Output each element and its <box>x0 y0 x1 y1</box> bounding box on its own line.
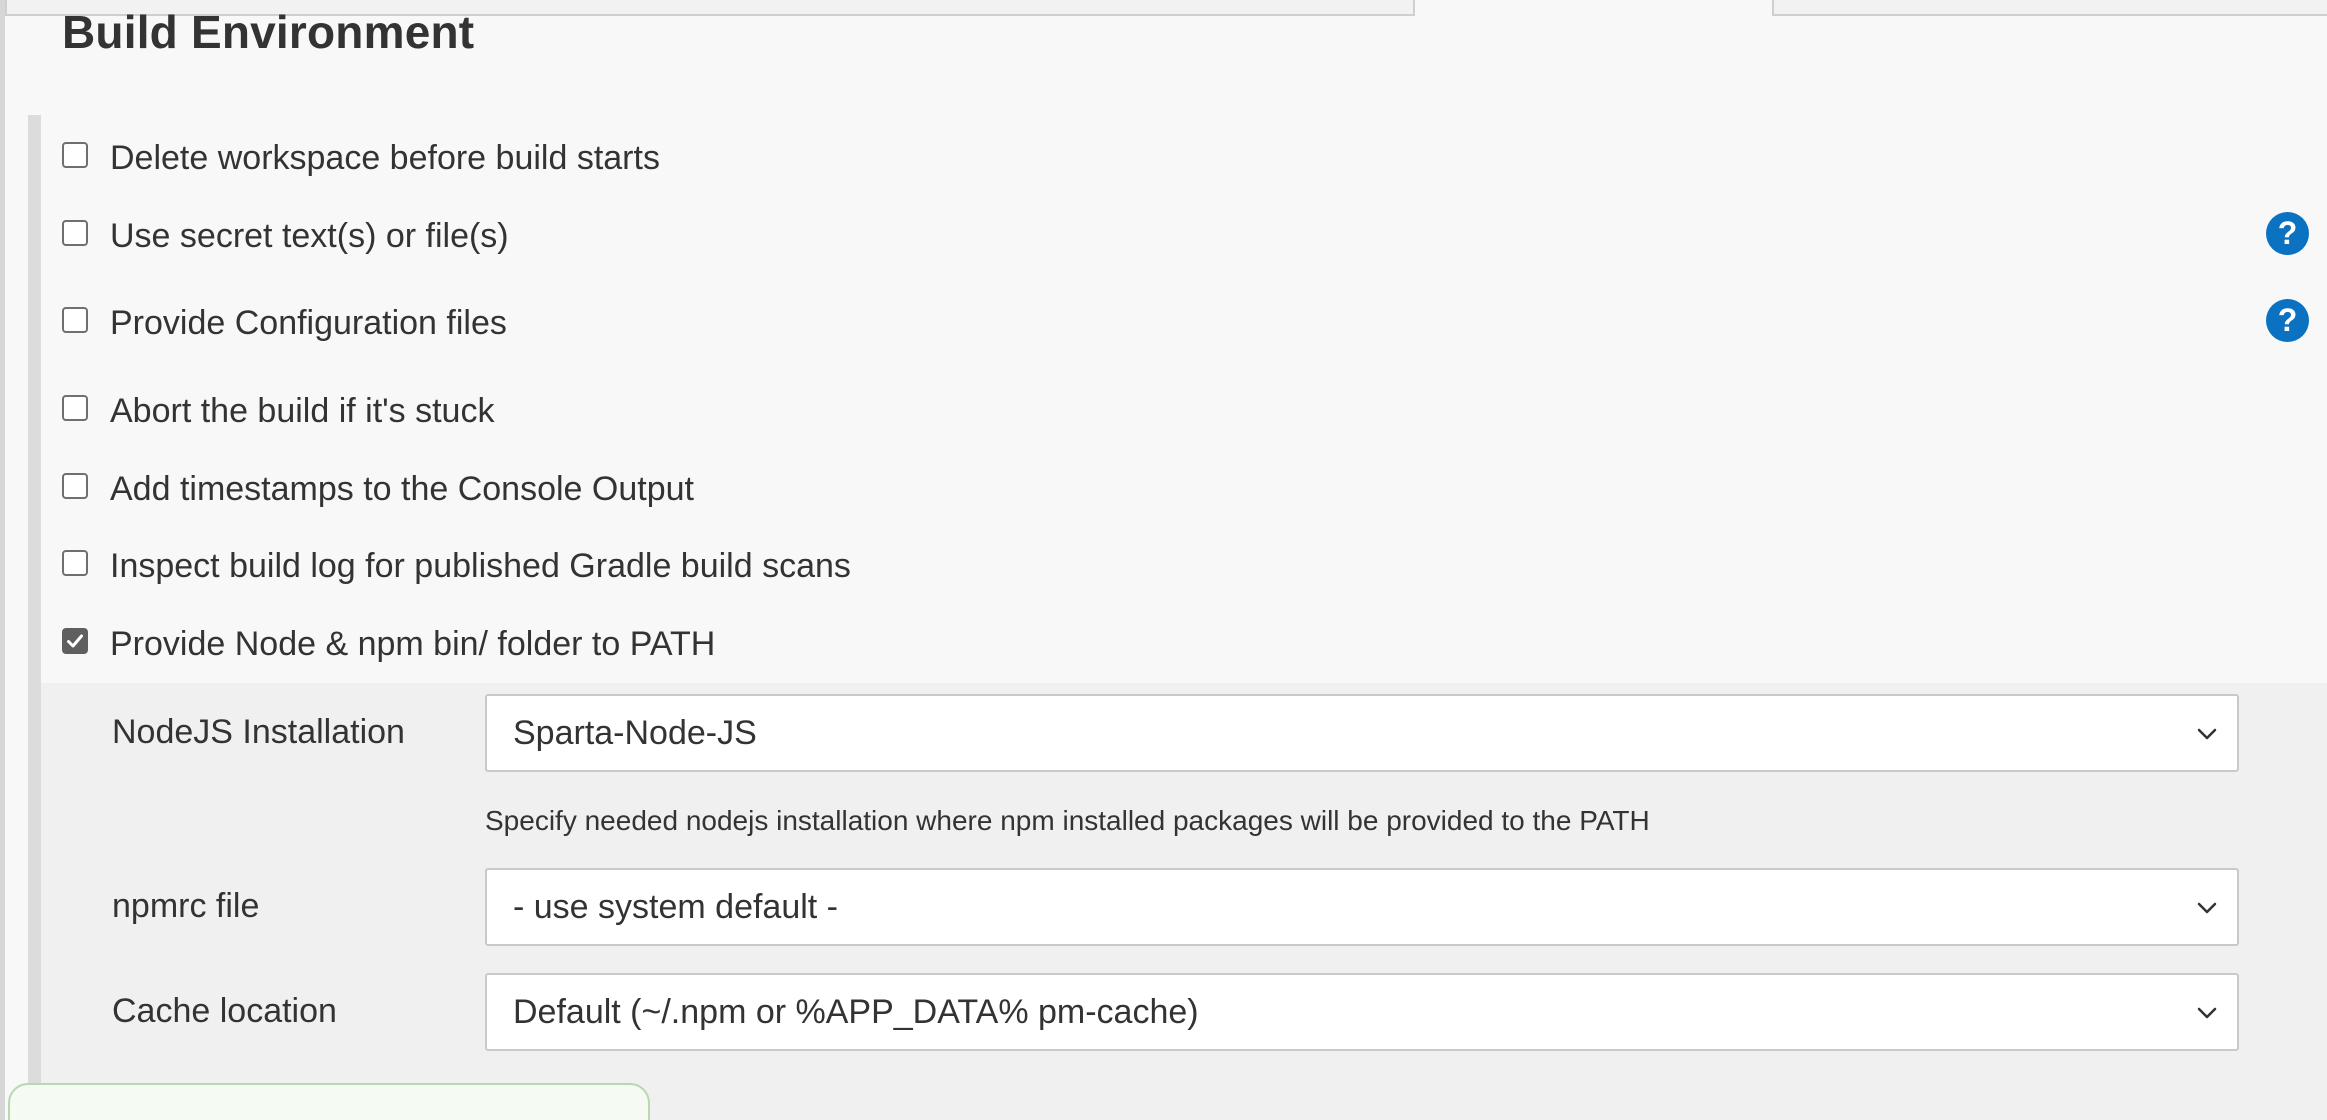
npmrc-file-select[interactable]: - use system default - <box>485 868 2239 946</box>
nodejs-installation-description: Specify needed nodejs installation where… <box>485 805 1650 836</box>
chevron-down-icon <box>2197 1007 2217 1019</box>
select-value: - use system default - <box>513 887 839 926</box>
checkbox[interactable] <box>62 142 88 168</box>
nodejs-installation-select[interactable]: Sparta-Node-JS <box>485 694 2239 772</box>
cache-location-label: Cache location <box>112 992 337 1030</box>
option-config-files[interactable]: Provide Configuration files <box>62 299 507 347</box>
option-node-npm-path[interactable]: Provide Node & npm bin/ folder to PATH <box>62 620 715 668</box>
option-label: Delete workspace before build starts <box>110 139 660 177</box>
npmrc-file-label: npmrc file <box>112 887 260 925</box>
bottom-panel-tab[interactable] <box>8 1083 650 1120</box>
option-secret-text[interactable]: Use secret text(s) or file(s) <box>62 212 509 260</box>
option-label: Add timestamps to the Console Output <box>110 470 694 508</box>
build-environment-page: Build Environment Delete workspace befor… <box>0 0 2327 1120</box>
checkbox[interactable] <box>62 220 88 246</box>
section-indent-bar <box>28 115 41 1120</box>
section-title: Build Environment <box>62 6 475 58</box>
help-icon[interactable]: ? <box>2266 299 2309 342</box>
checkbox[interactable] <box>62 307 88 333</box>
help-icon[interactable]: ? <box>2266 212 2309 255</box>
option-label: Inspect build log for published Gradle b… <box>110 547 851 585</box>
select-value: Sparta-Node-JS <box>513 713 757 752</box>
chevron-down-icon <box>2197 902 2217 914</box>
option-label: Provide Configuration files <box>110 304 507 342</box>
chevron-down-icon <box>2197 728 2217 740</box>
nodejs-installation-label: NodeJS Installation <box>112 713 405 751</box>
option-label: Use secret text(s) or file(s) <box>110 217 509 255</box>
option-delete-workspace[interactable]: Delete workspace before build starts <box>62 134 660 182</box>
checkmark-icon <box>67 634 83 648</box>
option-label: Abort the build if it's stuck <box>110 392 495 430</box>
select-value: Default (~/.npm or %APP_DATA% pm-cache) <box>513 992 1199 1031</box>
cache-location-select[interactable]: Default (~/.npm or %APP_DATA% pm-cache) <box>485 973 2239 1051</box>
option-label: Provide Node & npm bin/ folder to PATH <box>110 625 716 663</box>
option-abort-stuck[interactable]: Abort the build if it's stuck <box>62 387 494 435</box>
checkbox-checked[interactable] <box>62 628 88 654</box>
checkbox[interactable] <box>62 473 88 499</box>
checkbox[interactable] <box>62 395 88 421</box>
upper-tab-right[interactable] <box>1772 0 2327 16</box>
option-gradle-scans[interactable]: Inspect build log for published Gradle b… <box>62 542 851 590</box>
option-timestamps[interactable]: Add timestamps to the Console Output <box>62 465 694 513</box>
checkbox[interactable] <box>62 550 88 576</box>
